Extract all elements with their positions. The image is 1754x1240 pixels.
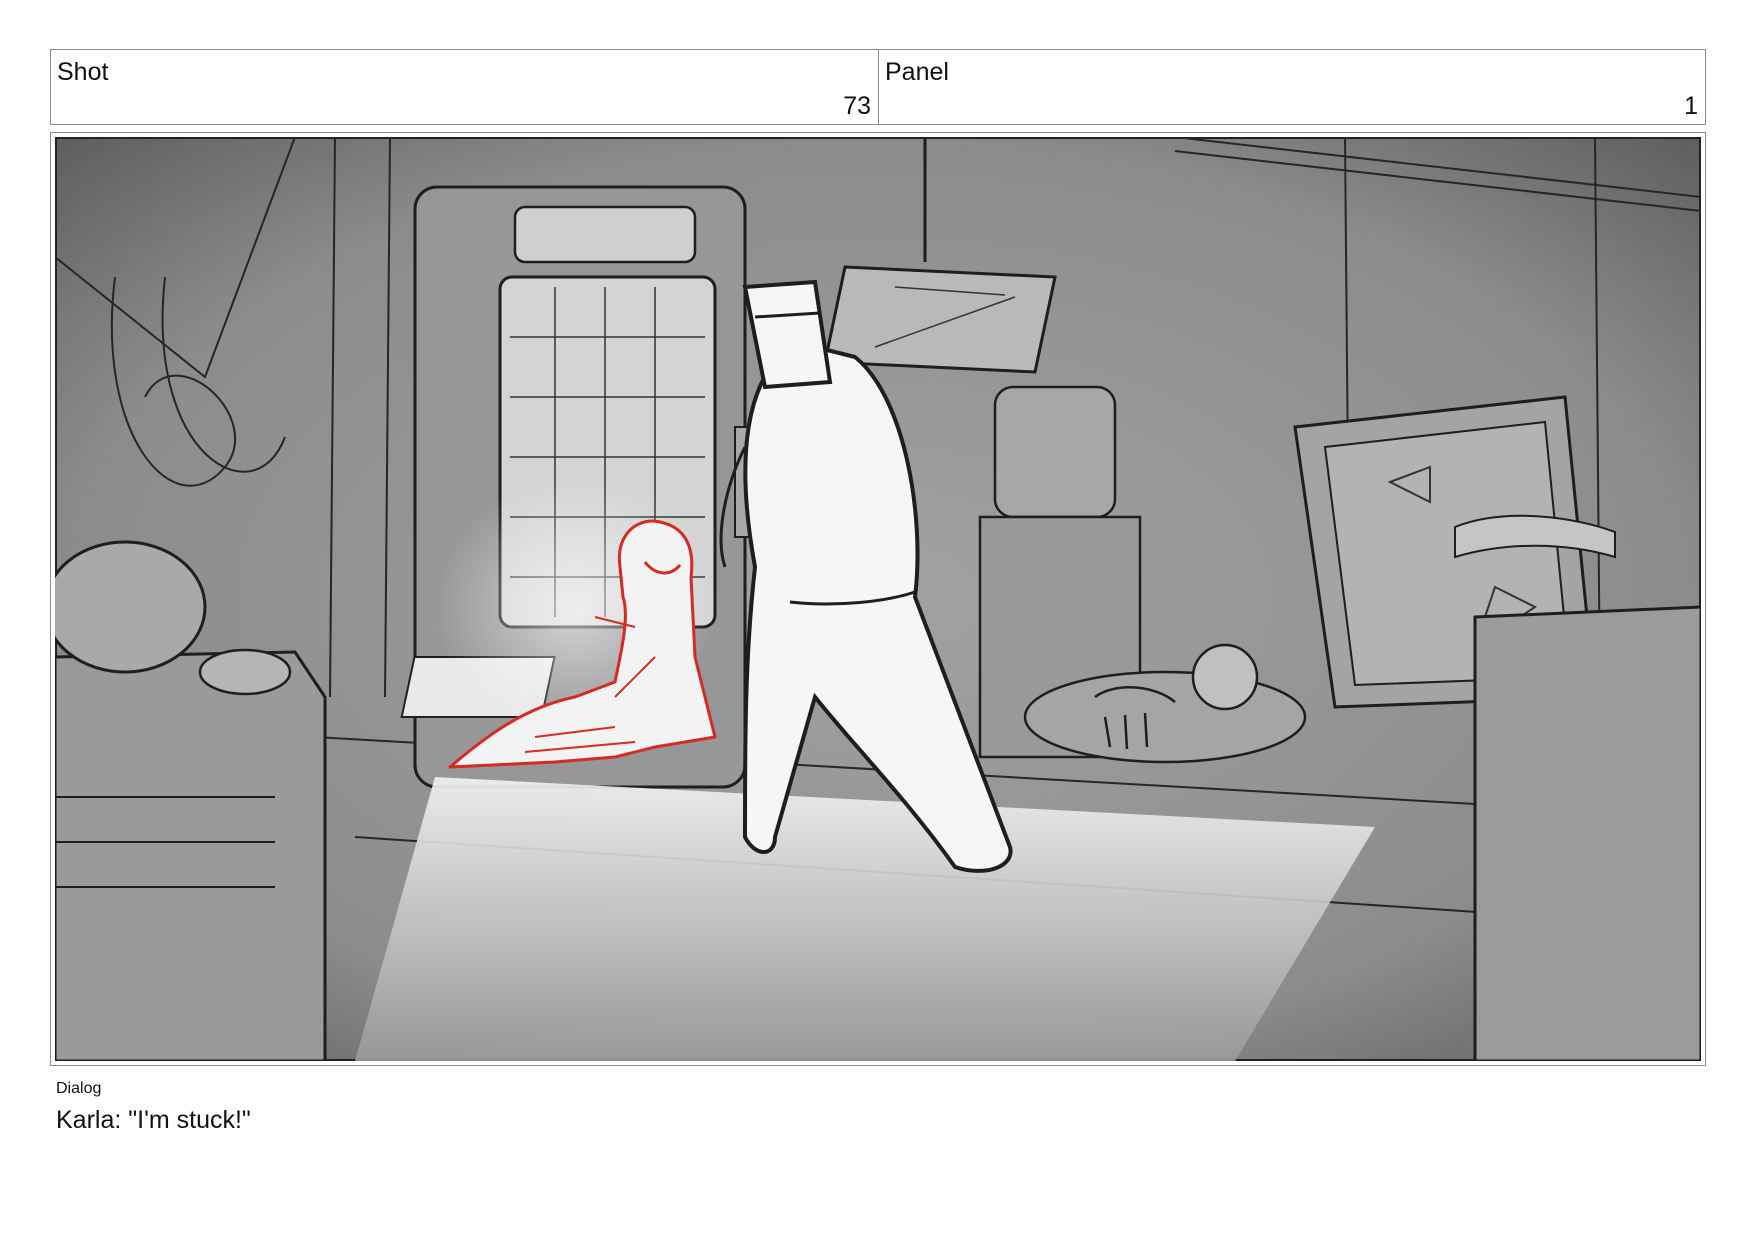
panel-number: 1 <box>1684 92 1698 120</box>
dialog-label: Dialog <box>56 1080 102 1097</box>
panel-cell: Panel 1 <box>878 50 1705 124</box>
storyboard-sketch <box>55 137 1701 1061</box>
panel-label: Panel <box>885 58 949 86</box>
storyboard-frame <box>50 132 1706 1066</box>
shot-label: Shot <box>57 58 109 86</box>
dialog-text: Karla: "I'm stuck!" <box>56 1106 251 1134</box>
shot-cell: Shot 73 <box>51 50 878 124</box>
shot-panel-header: Shot 73 Panel 1 <box>50 49 1706 125</box>
shot-number: 73 <box>843 92 871 120</box>
